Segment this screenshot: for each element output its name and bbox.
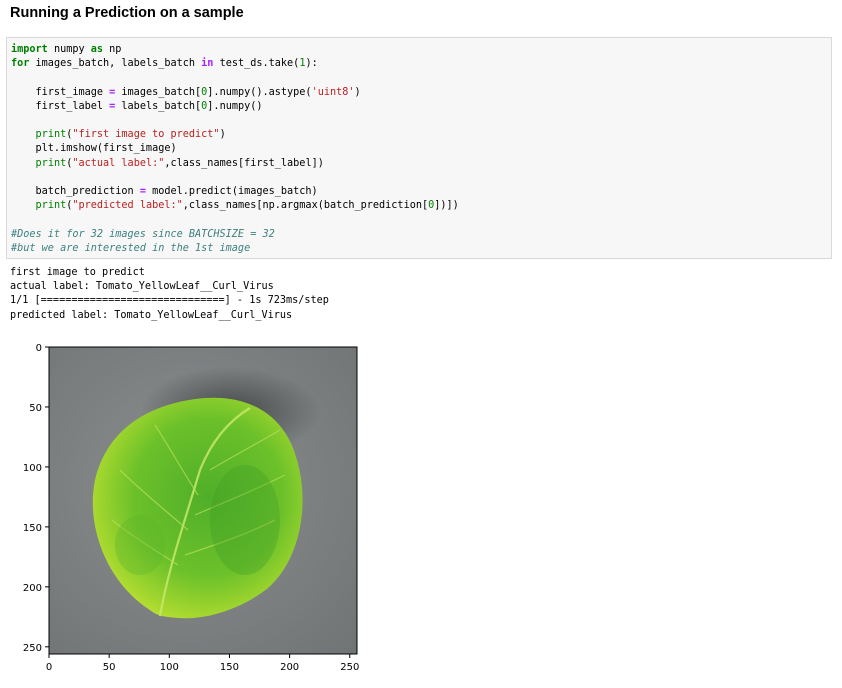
x-tick-label: 200: [280, 662, 299, 673]
x-tick-label: 100: [160, 662, 179, 673]
code-line: first_label = labels_batch[0].numpy(): [11, 100, 263, 112]
code-line: import numpy as np: [11, 44, 122, 55]
code-line: print("first image to predict"): [35, 129, 226, 141]
code-line: batch_prediction = model.predict(images_…: [11, 186, 318, 198]
cell-output: first image to predict actual label: Tom…: [10, 266, 329, 323]
y-tick-label: 250: [23, 643, 42, 654]
y-tick-label: 200: [23, 583, 42, 594]
output-line: first image to predict: [10, 267, 145, 278]
x-axis: 0 50 100 150 200 250: [46, 654, 359, 673]
y-tick-label: 150: [23, 523, 42, 534]
section-heading: Running a Prediction on a sample: [10, 5, 244, 21]
x-tick-label: 250: [340, 662, 359, 673]
y-tick-label: 0: [36, 343, 42, 354]
output-line: actual label: Tomato_YellowLeaf__Curl_Vi…: [10, 281, 274, 293]
code-line: print("predicted label:",class_names[np.…: [35, 200, 459, 212]
y-tick-label: 50: [29, 403, 42, 414]
code-comment: #Does it for 32 images since BATCHSIZE =…: [11, 228, 275, 240]
code-line: plt.imshow(first_image): [11, 143, 177, 155]
code-line: print("actual label:",class_names[first_…: [35, 157, 324, 169]
leaf-image: [49, 347, 357, 654]
x-tick-label: 150: [220, 662, 239, 673]
progress-line: 1/1 [==============================] - 1…: [10, 295, 329, 307]
code-line: first_image = images_batch[0].numpy().as…: [11, 86, 361, 98]
code-editor[interactable]: import numpy as np for images_batch, lab…: [11, 43, 459, 256]
y-axis: 0 50 100 150 200 250: [23, 343, 49, 654]
x-tick-label: 0: [46, 662, 52, 673]
code-line: for images_batch, labels_batch in test_d…: [11, 58, 318, 70]
code-cell[interactable]: import numpy as np for images_batch, lab…: [6, 37, 832, 259]
output-line: predicted label: Tomato_YellowLeaf__Curl…: [10, 309, 293, 321]
code-comment: #but we are interested in the 1st image: [11, 242, 251, 254]
y-tick-label: 100: [23, 463, 42, 474]
image-plot: 0 50 100 150 200 250 0 50 100 150 200 250: [23, 343, 359, 673]
x-tick-label: 50: [103, 662, 116, 673]
